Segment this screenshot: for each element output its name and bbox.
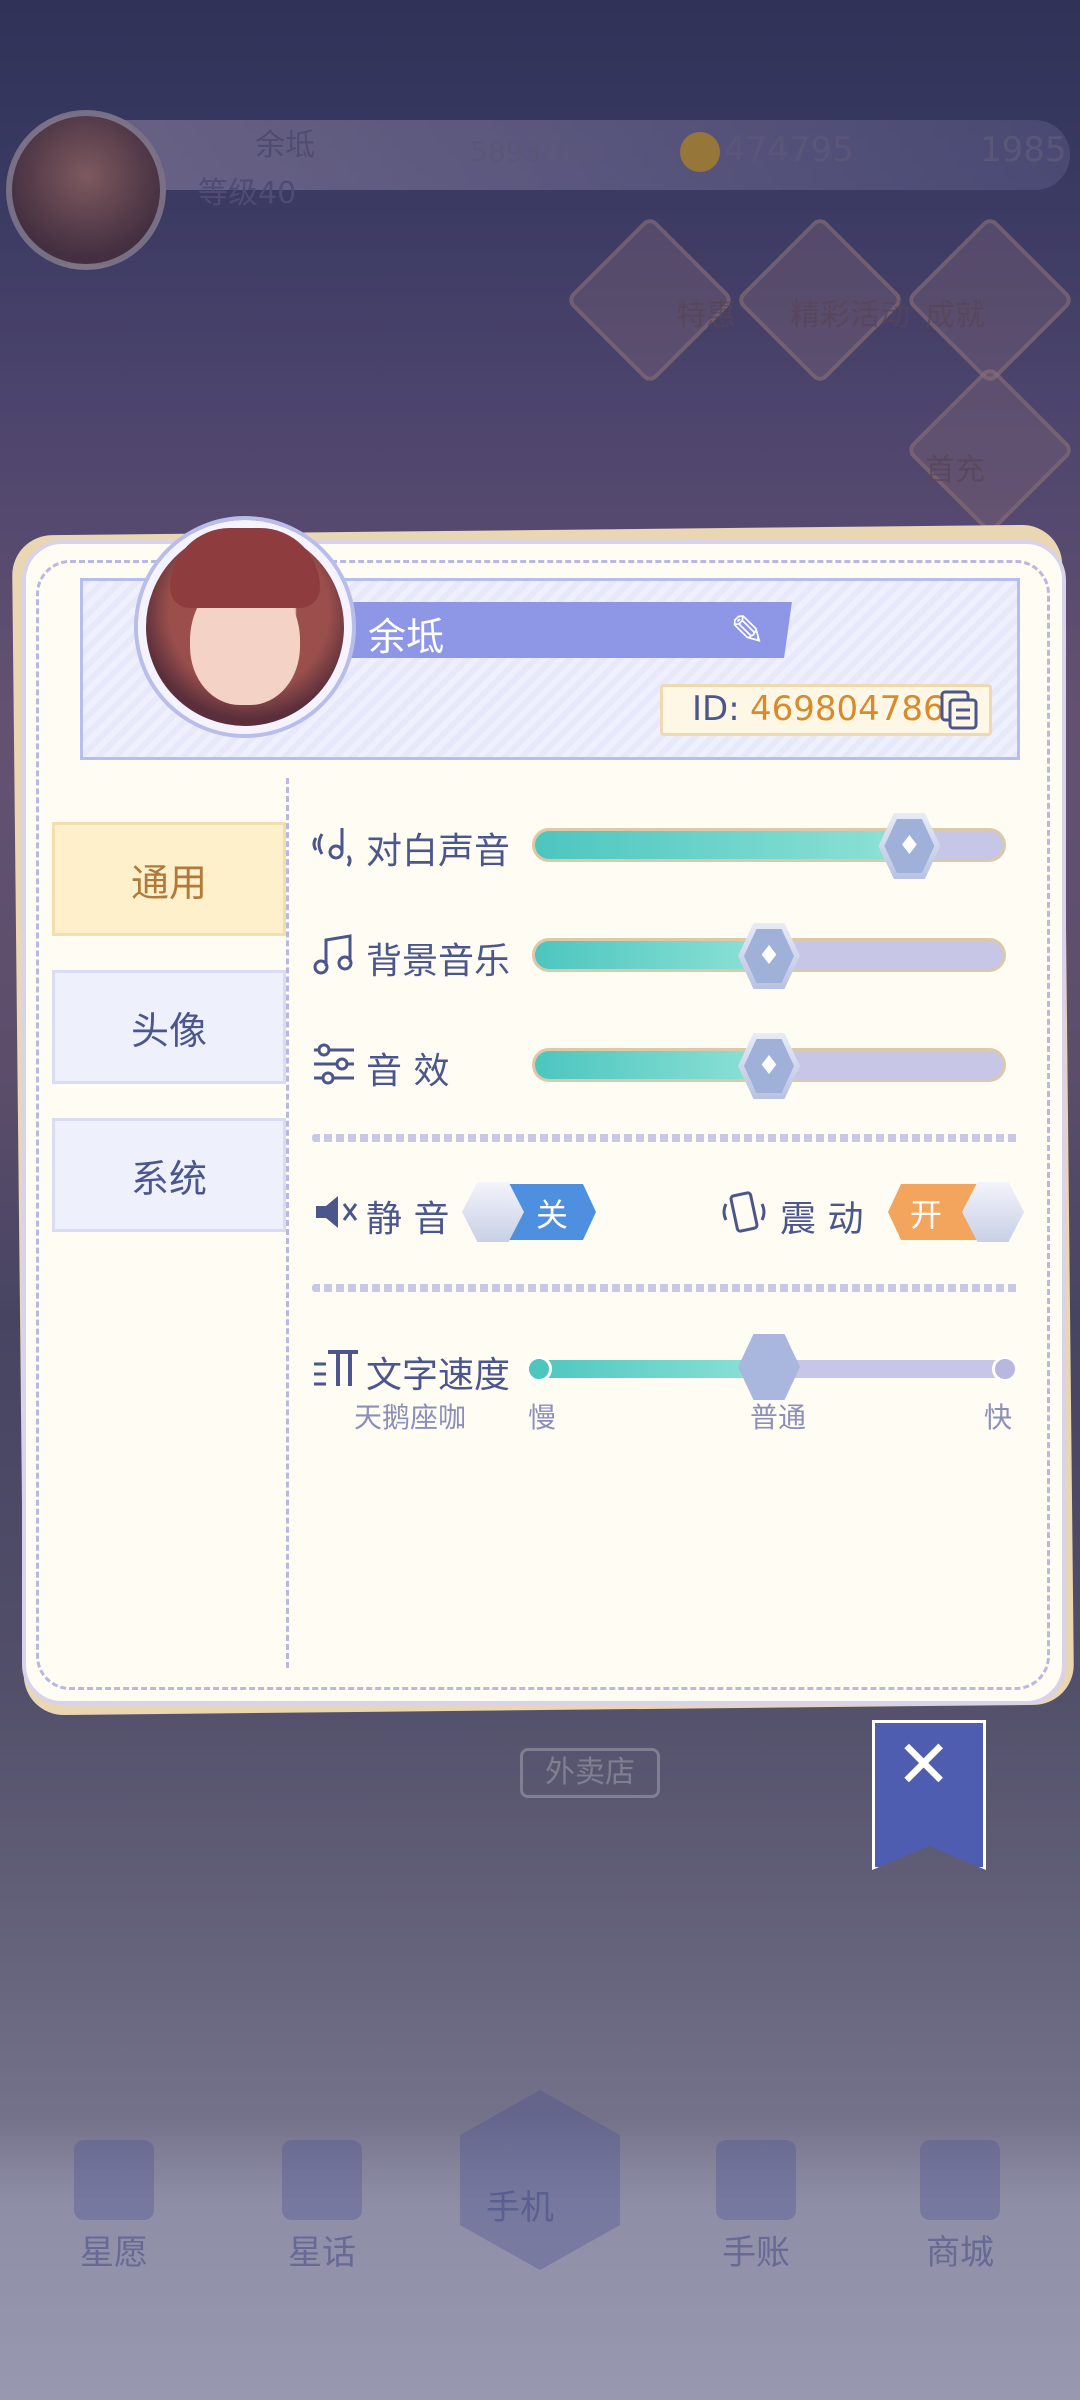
- id-value: 469804786: [750, 689, 945, 729]
- tab-avatar[interactable]: 头像: [52, 970, 286, 1084]
- bgm-slider[interactable]: ♦: [532, 923, 1006, 989]
- divider: [312, 1134, 1018, 1142]
- bgm-fill: [535, 941, 769, 969]
- text-speed-preview: 天鹅座咖: [354, 1401, 467, 1434]
- vibrate-state: 开: [910, 1196, 943, 1234]
- copy-icon[interactable]: [940, 690, 978, 730]
- music-note-icon: [313, 934, 353, 975]
- text-speed-label: 文字速度: [366, 1355, 511, 1396]
- sfx-fill: [535, 1051, 769, 1079]
- close-icon[interactable]: ✕: [896, 1726, 951, 1803]
- edit-name-icon[interactable]: ✎: [730, 606, 765, 655]
- speed-fast-label: 快: [984, 1401, 1013, 1434]
- equalizer-icon: [314, 1043, 354, 1085]
- divider: [312, 1284, 1018, 1292]
- speed-stop-slow[interactable]: [526, 1356, 552, 1382]
- swan-icon: ♦: [744, 1039, 794, 1093]
- vibrate-label: 震 动: [780, 1199, 864, 1240]
- bgm-label: 背景音乐: [366, 941, 511, 982]
- dialogue-voice-slider[interactable]: ♦: [532, 813, 1006, 879]
- dialogue-voice-label: 对白声音: [366, 831, 511, 872]
- mute-label: 静 音: [366, 1199, 450, 1240]
- sfx-slider[interactable]: ♦: [532, 1033, 1006, 1099]
- tab-system[interactable]: 系统: [52, 1118, 286, 1232]
- dialogue-voice-icon: [312, 828, 352, 867]
- sfx-label: 音 效: [366, 1051, 450, 1092]
- speed-stop-fast[interactable]: [992, 1356, 1018, 1382]
- id-label: ID:: [692, 689, 740, 729]
- mute-icon: [316, 1196, 358, 1228]
- speed-slow-label: 慢: [528, 1401, 557, 1434]
- text-size-icon: [314, 1350, 358, 1386]
- dialogue-voice-fill: [535, 831, 910, 859]
- profile-name: 余坻: [368, 615, 445, 659]
- vibrate-icon: [722, 1191, 766, 1233]
- swan-icon: ♦: [744, 929, 794, 983]
- speed-normal-label: 普通: [750, 1401, 807, 1434]
- mute-state: 关: [536, 1196, 569, 1234]
- swan-icon: ♦: [884, 819, 935, 873]
- tab-divider: [286, 778, 289, 1668]
- text-speed-fill: [530, 1360, 772, 1378]
- tab-general[interactable]: 通用: [52, 822, 286, 936]
